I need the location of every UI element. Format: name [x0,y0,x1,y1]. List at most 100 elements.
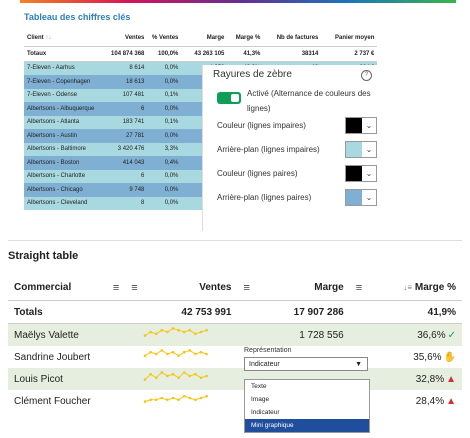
even-bg-dropdown[interactable]: ⌄ [362,189,377,206]
header-nb-factures[interactable]: Nb de factures [263,30,322,47]
representation-option[interactable]: Texte [245,380,369,393]
representation-option[interactable]: Indicateur [245,406,369,419]
header-marge-pct[interactable]: Marge % [227,30,264,47]
column-menu-icon: ≡ [243,282,250,294]
table-cell: 6 [97,169,148,183]
odd-color-dropdown[interactable]: ⌄ [362,117,377,134]
header-panier-moyen[interactable]: Panier moyen [321,30,378,47]
sparkline-point [143,333,147,337]
odd-bg-dropdown[interactable]: ⌄ [362,141,377,158]
sparkline-point [183,394,186,397]
sparkline-point [205,374,209,377]
total-cell: 2 737 € [321,46,378,62]
sparkline-point [160,348,164,352]
table-cell: 0,0% [147,196,182,210]
sparkline-point [205,352,209,355]
sparkline-point [155,332,158,335]
sparkline-point [155,398,158,401]
sparkline-point [160,396,164,399]
table-cell: Albertsons - Cleveland [24,196,98,210]
sparkline-point [194,352,197,355]
table-cell: 7-Eleven - Odense [24,88,98,102]
sparkline-point [171,350,175,353]
column-menu-icon: ≡ [355,282,363,294]
sparkline-point [183,350,186,353]
representation-option[interactable]: Image [245,393,369,406]
totals-label: Totals [8,300,126,324]
header-ventes[interactable]: Ventes [97,30,148,47]
table-row[interactable]: Maëlys Valette 1 728 556 36,6% ✓ [8,323,462,346]
table-cell: 0,0% [147,102,182,116]
sparkline-point [149,350,153,353]
sparkline-line [145,395,208,402]
header-marge[interactable]: ≡ Marge [237,276,350,301]
sparkline-point [188,396,192,399]
header-client[interactable]: Client ↑↓ [24,30,98,47]
sparkline-point [149,330,153,333]
sparkline-point [194,398,197,401]
sparkline-point [177,376,181,379]
ventes-sparkline-cell [125,323,238,346]
representation-option[interactable]: Mini graphique [245,419,369,432]
sparkline-point [171,396,175,399]
table-row[interactable]: Louis Picot 32,8% ▲ [8,368,462,390]
toggle-knob [231,94,239,102]
table-cell: 8 614 [97,61,148,75]
representation-label: Représentation [244,347,292,354]
sparkline-point [143,354,147,357]
total-cell: 43 263 105 [181,46,228,62]
sparkline-point [143,377,147,381]
sparkline-point [205,328,209,331]
zebra-stripes-panel: Rayures de zèbre ? Activé (Alternance de… [202,65,381,231]
header-marge-pct[interactable]: ≡ ↓≡ Marge % [349,276,462,301]
odd-bg-swatch[interactable] [345,141,363,158]
even-color-label: Couleur (lignes paires) [217,169,298,178]
sparkline-point [188,328,192,331]
chevron-down-icon: ▼ [355,361,362,368]
representation-select[interactable]: Indicateur ▼ [244,357,368,371]
table-cell: 107 481 [97,88,148,102]
sparkline [143,394,209,403]
even-color-swatch[interactable] [345,165,363,182]
odd-bg-label: Arrière-plan (lignes impaires) [217,145,320,154]
table-cell: 7-Eleven - Aarhus [24,61,98,75]
even-color-dropdown[interactable]: ⌄ [362,165,377,182]
table-cell: Albertsons - Boston [24,156,98,170]
table-cell: 414 043 [97,156,148,170]
header-ventes[interactable]: ≡ Ventes [125,276,238,301]
total-cell: 104 874 368 [97,46,148,62]
totals-marge: 17 907 286 [237,300,350,324]
header-commercial[interactable]: Commercial ≡ [8,276,126,301]
table-cell: 0,0% [147,61,182,75]
even-bg-swatch[interactable] [345,189,363,206]
odd-color-swatch[interactable] [345,117,363,134]
table-cell: 18 613 [97,75,148,89]
table-cell: 3,3% [147,142,182,156]
total-cell: 41,3% [227,46,264,62]
header-pct-ventes[interactable]: % Ventes [147,30,182,47]
table-cell: 0,0% [147,75,182,89]
odd-color-label: Couleur (lignes impaires) [217,121,306,130]
sparkline-point [188,348,192,352]
totals-row: Totals 42 753 991 17 907 286 41,9% [8,300,462,324]
table-cell: Albertsons - Albuquerque [24,102,98,116]
marge-pct-value: 28,4% [415,395,445,407]
table-cell: Albertsons - Charlotte [24,169,98,183]
sparkline-line [144,349,208,356]
total-cell: 100,0% [147,46,182,62]
header-marge[interactable]: Marge [181,30,228,47]
table-cell: Albertsons - Atlanta [24,115,98,129]
help-icon[interactable]: ? [361,70,372,81]
table-row[interactable]: Clément Foucher 28,4% ▲ [8,390,462,412]
total-cell: 38314 [263,46,322,62]
sparkline-point [199,376,203,379]
table-cell: 9 748 [97,183,148,197]
sparkline-point [199,350,203,353]
sparkline-line [144,371,208,380]
ventes-sparkline-cell [125,346,237,368]
table-row[interactable]: Sandrine Joubert 35,6% ✋ [8,346,462,368]
sparkline-point [149,398,153,401]
table-cell: 7-Eleven - Copenhagen [24,75,98,89]
sparkline-point [194,332,197,335]
zebra-toggle[interactable] [217,92,241,104]
